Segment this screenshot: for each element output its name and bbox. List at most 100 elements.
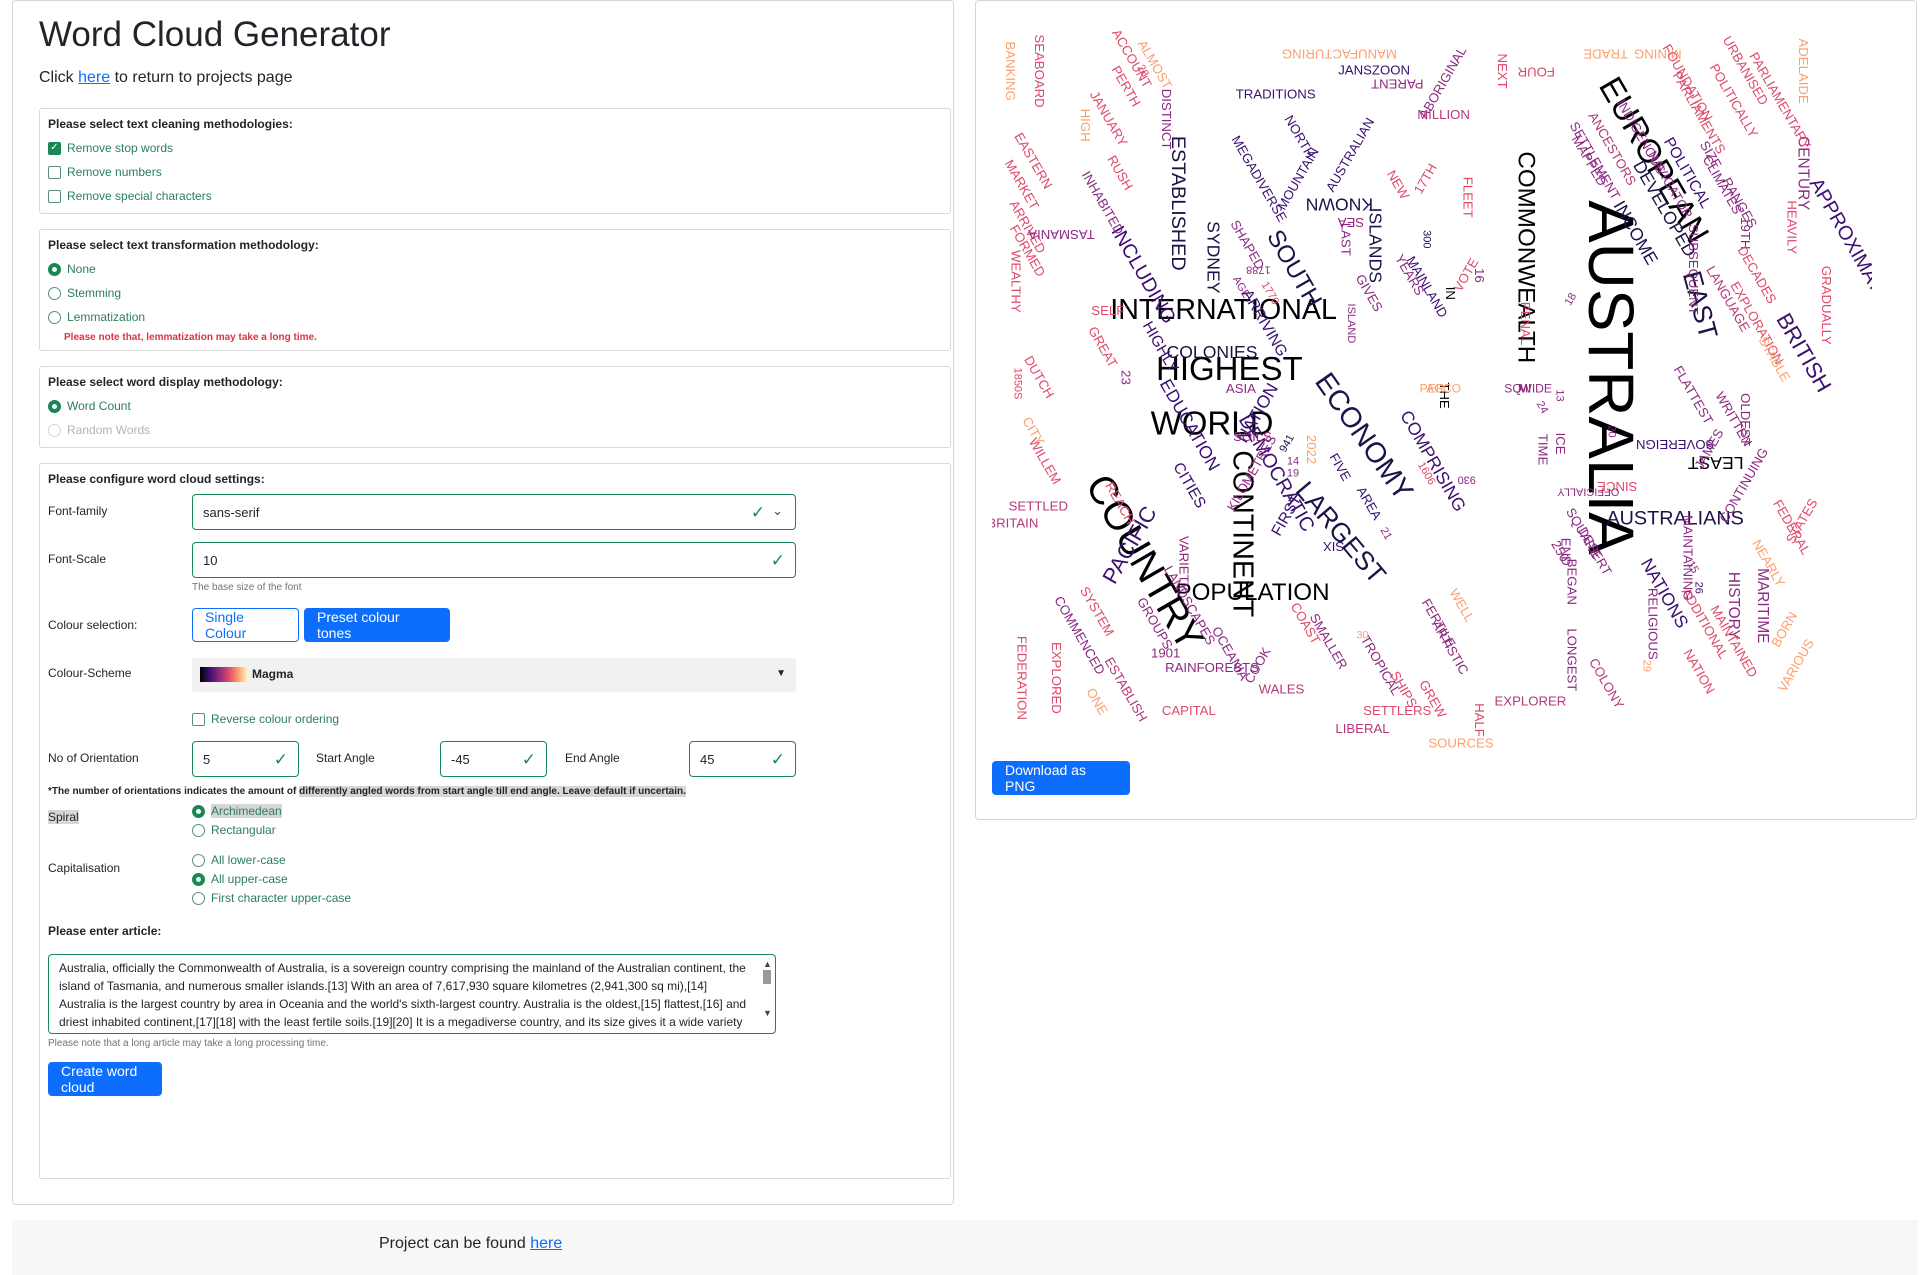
word-cloud-word: 20 [1606, 425, 1618, 437]
spiral-rectangular-radio[interactable]: Rectangular [192, 823, 276, 837]
option-label: Stemming [67, 286, 122, 300]
single-colour-button[interactable]: Single Colour [192, 608, 299, 642]
word-cloud-word: SEABOARD [1032, 34, 1047, 107]
download-png-button[interactable]: Download as PNG [992, 761, 1130, 795]
radio-icon[interactable] [48, 423, 61, 437]
article-textarea[interactable]: Australia, officially the Commonwealth o… [48, 954, 776, 1034]
font-scale-label: Font-Scale [48, 552, 107, 566]
spiral-archimedean-radio[interactable]: Archimedean [192, 804, 282, 818]
word-cloud-word: PENAL [1518, 302, 1533, 345]
textarea-scrollbar[interactable]: ▲ ▼ [760, 956, 774, 1032]
word-cloud-word: 1901 [1151, 645, 1180, 660]
orientation-value: 5 [203, 751, 211, 767]
word-cloud-word: CAPITAL [1162, 703, 1216, 718]
create-word-cloud-button[interactable]: Create word cloud [48, 1062, 162, 1096]
word-cloud-word: HIGH [1078, 109, 1093, 142]
word-cloud-word: 300 [1420, 230, 1432, 248]
checkbox-icon[interactable] [48, 165, 61, 179]
word-cloud-word: 16 [1472, 268, 1487, 283]
start-angle-input[interactable]: -45 ✓ [440, 741, 547, 777]
word-cloud-word: NORTH [1282, 113, 1318, 161]
word-cloud-word: 14 [1287, 456, 1299, 468]
word-cloud-word: 26 [1692, 582, 1704, 594]
word-cloud-word: COLONY [1586, 656, 1627, 712]
word-cloud-word: 19 [1287, 468, 1299, 480]
random-words-radio[interactable]: Random Words [48, 423, 150, 437]
remove-stop-words-checkbox[interactable]: ✓ Remove stop words [48, 141, 173, 155]
radio-icon[interactable] [48, 310, 61, 324]
orientation-label: No of Orientation [48, 751, 139, 765]
option-label: All lower-case [211, 853, 286, 867]
word-cloud-word: RUSH [1104, 153, 1136, 193]
article-help: Please note that a long article may take… [48, 1038, 329, 1049]
font-family-label: Font-family [48, 504, 108, 518]
word-cloud-word: 1788 [1246, 263, 1270, 275]
word-cloud-word: BANKING [1003, 41, 1018, 100]
checkbox-icon[interactable] [192, 712, 205, 726]
remove-special-characters-checkbox[interactable]: Remove special characters [48, 189, 212, 203]
transform-lemmatization-radio[interactable]: Lemmatization [48, 310, 145, 324]
font-family-select[interactable]: sans-serif ✓ ⌄ [192, 494, 796, 530]
radio-icon[interactable] [192, 853, 205, 867]
checkmark-icon[interactable]: ✓ [48, 141, 61, 155]
return-link[interactable]: here [78, 69, 110, 86]
checkbox-icon[interactable] [48, 189, 61, 203]
word-cloud-word: SETTLERS [1363, 703, 1431, 718]
word-cloud-word: 13 [1553, 389, 1565, 401]
word-count-radio[interactable]: Word Count [48, 399, 131, 413]
orientation-input[interactable]: 5 ✓ [192, 741, 299, 777]
valid-check-icon: ✓ [770, 551, 785, 570]
transform-none-radio[interactable]: None [48, 262, 96, 276]
word-cloud-word: BRITAIN [992, 516, 1038, 531]
radio-icon[interactable] [48, 262, 61, 276]
caret-down-icon[interactable]: ▼ [776, 668, 786, 679]
word-cloud-word: HEAVILY [1784, 200, 1799, 254]
word-cloud-word: RELIGIOUS [1646, 588, 1661, 660]
start-angle-label: Start Angle [316, 751, 375, 765]
radio-icon[interactable] [192, 891, 205, 905]
svg-text:▲: ▲ [763, 959, 772, 969]
cap-first-radio[interactable]: First character upper-case [192, 891, 351, 905]
colour-selection-label: Colour selection: [48, 618, 138, 632]
option-label: Rectangular [211, 823, 276, 837]
word-cloud-word: POPULATION [1175, 579, 1329, 606]
cap-upper-radio[interactable]: All upper-case [192, 872, 288, 886]
start-angle-value: -45 [451, 751, 470, 767]
colour-scheme-select[interactable]: Magma ▼ [192, 658, 796, 692]
transform-stemming-radio[interactable]: Stemming [48, 286, 121, 300]
radio-icon[interactable] [192, 823, 205, 837]
cleaning-title: Please select text cleaning methodologie… [48, 117, 293, 131]
option-label: Remove stop words [67, 141, 174, 155]
preset-colour-tones-button[interactable]: Preset colour tones [304, 608, 450, 642]
cap-lower-radio[interactable]: All lower-case [192, 853, 286, 867]
option-label: None [67, 262, 96, 276]
word-cloud-word: VARIETY [1177, 536, 1192, 592]
radio-icon[interactable] [192, 804, 205, 818]
word-cloud-word: MILLION [1417, 107, 1470, 122]
word-cloud-word: COMPRISING [1396, 407, 1470, 515]
word-cloud-word: APPROXIMATELY [1805, 174, 1872, 327]
reverse-colour-checkbox[interactable]: Reverse colour ordering [192, 712, 339, 726]
valid-check-icon: ✓ [521, 750, 536, 769]
radio-icon[interactable] [192, 872, 205, 886]
font-scale-input[interactable]: 10 ✓ [192, 542, 796, 578]
settings-section: Please configure word cloud settings: Fo… [39, 463, 951, 1179]
word-cloud-word: FLEET [1460, 177, 1475, 218]
word-cloud-word: 29 [1640, 660, 1652, 672]
word-cloud-word: SUBSEQUENT [1686, 224, 1701, 315]
orientation-hint: *The number of orientations indicates th… [48, 786, 686, 797]
word-cloud-word: SETTLED [1009, 499, 1068, 514]
end-angle-input[interactable]: 45 ✓ [689, 741, 796, 777]
word-cloud-word: GREAT [1085, 324, 1120, 370]
word-cloud-word: BORN [1768, 609, 1800, 650]
footer-link[interactable]: here [530, 1235, 562, 1252]
radio-icon[interactable] [48, 286, 61, 300]
radio-icon[interactable] [48, 399, 61, 413]
option-label: Remove special characters [67, 189, 212, 203]
word-cloud-word: KNOWN [1306, 195, 1373, 215]
word-cloud-word: 941 [1277, 433, 1297, 455]
chevron-down-icon[interactable]: ⌄ [772, 503, 783, 519]
colour-scheme-label: Colour-Scheme [48, 666, 132, 680]
remove-numbers-checkbox[interactable]: Remove numbers [48, 165, 162, 179]
word-cloud-word: AREA [1354, 484, 1385, 523]
